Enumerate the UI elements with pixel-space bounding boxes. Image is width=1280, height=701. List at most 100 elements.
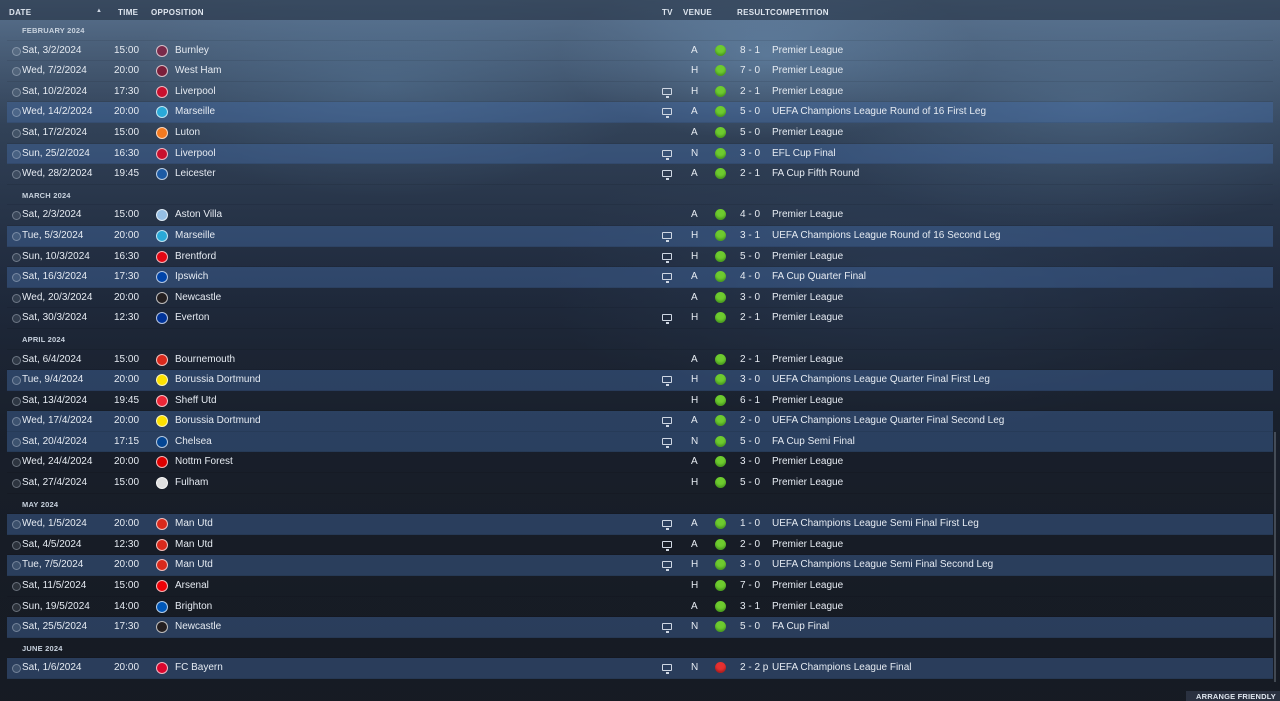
fixture-competition[interactable]: FA Cup Quarter Final: [772, 271, 866, 282]
row-select-icon[interactable]: [12, 149, 21, 159]
opponent-link[interactable]: Arsenal: [175, 580, 209, 591]
fixture-competition[interactable]: Premier League: [772, 601, 843, 612]
fixture-row[interactable]: Sat, 25/5/2024 17:30 Newcastle N 5 - 0 FA Cup…: [7, 617, 1273, 638]
row-select-icon[interactable]: [12, 582, 21, 592]
opponent-link[interactable]: Liverpool: [175, 86, 216, 97]
fixture-row[interactable]: Sat, 20/4/2024 17:15 Chelsea N 5 - 0 FA Cup S…: [7, 431, 1273, 453]
fixture-row[interactable]: Tue, 7/5/2024 20:00 Man Utd H 3 - 0 UEFA Cham…: [7, 555, 1273, 577]
fixture-result[interactable]: 3 - 0: [740, 292, 760, 303]
row-select-icon[interactable]: [12, 376, 21, 386]
fixture-competition[interactable]: Premier League: [772, 580, 843, 591]
fixture-result[interactable]: 5 - 0: [740, 477, 760, 488]
fixture-competition[interactable]: Premier League: [772, 456, 843, 467]
opponent-link[interactable]: Ipswich: [175, 271, 208, 282]
row-select-icon[interactable]: [12, 46, 21, 56]
fixture-result[interactable]: 3 - 0: [740, 559, 760, 570]
fixture-row[interactable]: Wed, 28/2/2024 19:45 Leicester A 2 - 1 FA Cup…: [7, 164, 1273, 185]
fixture-row[interactable]: Sat, 27/4/2024 15:00 Fulham H 5 - 0 Premier L…: [7, 473, 1273, 494]
fixture-row[interactable]: Sat, 11/5/2024 15:00 Arsenal H 7 - 0 Premier …: [7, 576, 1273, 597]
fixture-row[interactable]: Sat, 3/2/2024 15:00 Burnley A 8 - 1 Premier L…: [7, 41, 1273, 62]
header-competition[interactable]: COMPETITION: [770, 8, 829, 17]
row-select-icon[interactable]: [12, 520, 21, 530]
opponent-link[interactable]: Borussia Dortmund: [175, 415, 261, 426]
row-select-icon[interactable]: [12, 252, 21, 262]
fixture-competition[interactable]: Premier League: [772, 209, 843, 220]
fixture-row[interactable]: Tue, 5/3/2024 20:00 Marseille H 3 - 1 UEFA Ch…: [7, 225, 1273, 247]
fixture-result[interactable]: 4 - 0: [740, 271, 760, 282]
row-select-icon[interactable]: [12, 293, 21, 303]
fixture-row[interactable]: Tue, 9/4/2024 20:00 Borussia Dortmund H 3 - …: [7, 370, 1273, 391]
fixture-row[interactable]: Wed, 20/3/2024 20:00 Newcastle A 3 - 0 Premie…: [7, 288, 1273, 309]
header-opposition[interactable]: OPPOSITION: [151, 8, 204, 17]
fixture-row[interactable]: Wed, 1/5/2024 20:00 Man Utd A 1 - 0 UEFA Cham…: [7, 514, 1273, 535]
opponent-link[interactable]: Chelsea: [175, 436, 212, 447]
fixture-row[interactable]: Wed, 7/2/2024 20:00 West Ham H 7 - 0 Premier …: [7, 61, 1273, 82]
opponent-link[interactable]: Man Utd: [175, 518, 213, 529]
fixture-result[interactable]: 7 - 0: [740, 580, 760, 591]
opponent-link[interactable]: Man Utd: [175, 539, 213, 550]
fixture-result[interactable]: 3 - 1: [740, 601, 760, 612]
arrange-friendly-button[interactable]: ARRANGE FRIENDLY: [1186, 691, 1280, 701]
fixture-result[interactable]: 2 - 1: [740, 86, 760, 97]
opponent-link[interactable]: Nottm Forest: [175, 456, 233, 467]
scrollbar[interactable]: [1274, 432, 1276, 682]
fixture-row[interactable]: Sat, 6/4/2024 15:00 Bournemouth A 2 - 1 Premi…: [7, 350, 1273, 371]
fixture-row[interactable]: Sat, 1/6/2024 20:00 FC Bayern N 2 - 2 p UEFA …: [7, 658, 1273, 679]
header-date[interactable]: DATE: [9, 8, 31, 17]
fixture-competition[interactable]: UEFA Champions League Round of 16 First …: [772, 106, 986, 117]
fixture-row[interactable]: Wed, 14/2/2024 20:00 Marseille A 5 - 0 UEFA C…: [7, 102, 1273, 123]
row-select-icon[interactable]: [12, 211, 21, 221]
fixture-competition[interactable]: Premier League: [772, 65, 843, 76]
fixture-row[interactable]: Sat, 10/2/2024 17:30 Liverpool H 2 - 1 Premie…: [7, 82, 1273, 103]
fixture-row[interactable]: Sun, 19/5/2024 14:00 Brighton A 3 - 1 Premier…: [7, 597, 1273, 618]
opponent-link[interactable]: Marseille: [175, 230, 215, 241]
fixture-row[interactable]: Sat, 13/4/2024 19:45 Sheff Utd H 6 - 1 Premie…: [7, 391, 1273, 412]
fixture-competition[interactable]: Premier League: [772, 127, 843, 138]
fixture-result[interactable]: 3 - 0: [740, 148, 760, 159]
fixture-result[interactable]: 7 - 0: [740, 65, 760, 76]
fixture-competition[interactable]: Premier League: [772, 477, 843, 488]
fixture-competition[interactable]: Premier League: [772, 395, 843, 406]
fixture-competition[interactable]: FA Cup Semi Final: [772, 436, 855, 447]
fixture-competition[interactable]: UEFA Champions League Quarter Final Firs…: [772, 374, 990, 385]
fixture-competition[interactable]: Premier League: [772, 292, 843, 303]
fixture-result[interactable]: 3 - 0: [740, 374, 760, 385]
row-select-icon[interactable]: [12, 437, 21, 447]
fixture-competition[interactable]: Premier League: [772, 86, 843, 97]
fixture-row[interactable]: Sat, 16/3/2024 17:30 Ipswich A 4 - 0 FA Cup Q…: [7, 267, 1273, 288]
fixture-result[interactable]: 1 - 0: [740, 518, 760, 529]
header-tv[interactable]: TV: [662, 8, 673, 17]
row-select-icon[interactable]: [12, 602, 21, 612]
row-select-icon[interactable]: [12, 231, 21, 241]
fixture-result[interactable]: 4 - 0: [740, 209, 760, 220]
fixture-row[interactable]: Sun, 25/2/2024 16:30 Liverpool N 3 - 0 EFL Cu…: [7, 143, 1273, 165]
fixture-row[interactable]: Sat, 4/5/2024 12:30 Man Utd A 2 - 0 Premier L…: [7, 535, 1273, 556]
opponent-link[interactable]: Aston Villa: [175, 209, 222, 220]
fixture-result[interactable]: 5 - 0: [740, 251, 760, 262]
fixture-row[interactable]: Sat, 30/3/2024 12:30 Everton H 2 - 1 Premier …: [7, 308, 1273, 329]
fixture-competition[interactable]: Premier League: [772, 251, 843, 262]
row-select-icon[interactable]: [12, 664, 21, 674]
opponent-link[interactable]: Borussia Dortmund: [175, 374, 261, 385]
fixture-result[interactable]: 5 - 0: [740, 436, 760, 447]
row-select-icon[interactable]: [12, 396, 21, 406]
fixture-competition[interactable]: FA Cup Fifth Round: [772, 168, 859, 179]
opponent-link[interactable]: Liverpool: [175, 148, 216, 159]
row-select-icon[interactable]: [12, 623, 21, 633]
header-result[interactable]: RESULT: [737, 8, 770, 17]
row-select-icon[interactable]: [12, 458, 21, 468]
opponent-link[interactable]: Brighton: [175, 601, 212, 612]
row-select-icon[interactable]: [12, 108, 21, 118]
fixture-row[interactable]: Wed, 24/4/2024 20:00 Nottm Forest A 3 - 0 Pre…: [7, 452, 1273, 474]
fixture-row[interactable]: Sun, 10/3/2024 16:30 Brentford H 5 - 0 Premie…: [7, 247, 1273, 268]
opponent-link[interactable]: Brentford: [175, 251, 216, 262]
row-select-icon[interactable]: [12, 355, 21, 365]
opponent-link[interactable]: Newcastle: [175, 621, 221, 632]
row-select-icon[interactable]: [12, 87, 21, 97]
fixture-competition[interactable]: UEFA Champions League Semi Final Second …: [772, 559, 993, 570]
fixture-competition[interactable]: EFL Cup Final: [772, 148, 836, 159]
opponent-link[interactable]: Fulham: [175, 477, 208, 488]
fixture-result[interactable]: 2 - 1: [740, 354, 760, 365]
fixture-result[interactable]: 2 - 1: [740, 312, 760, 323]
row-select-icon[interactable]: [12, 170, 21, 180]
